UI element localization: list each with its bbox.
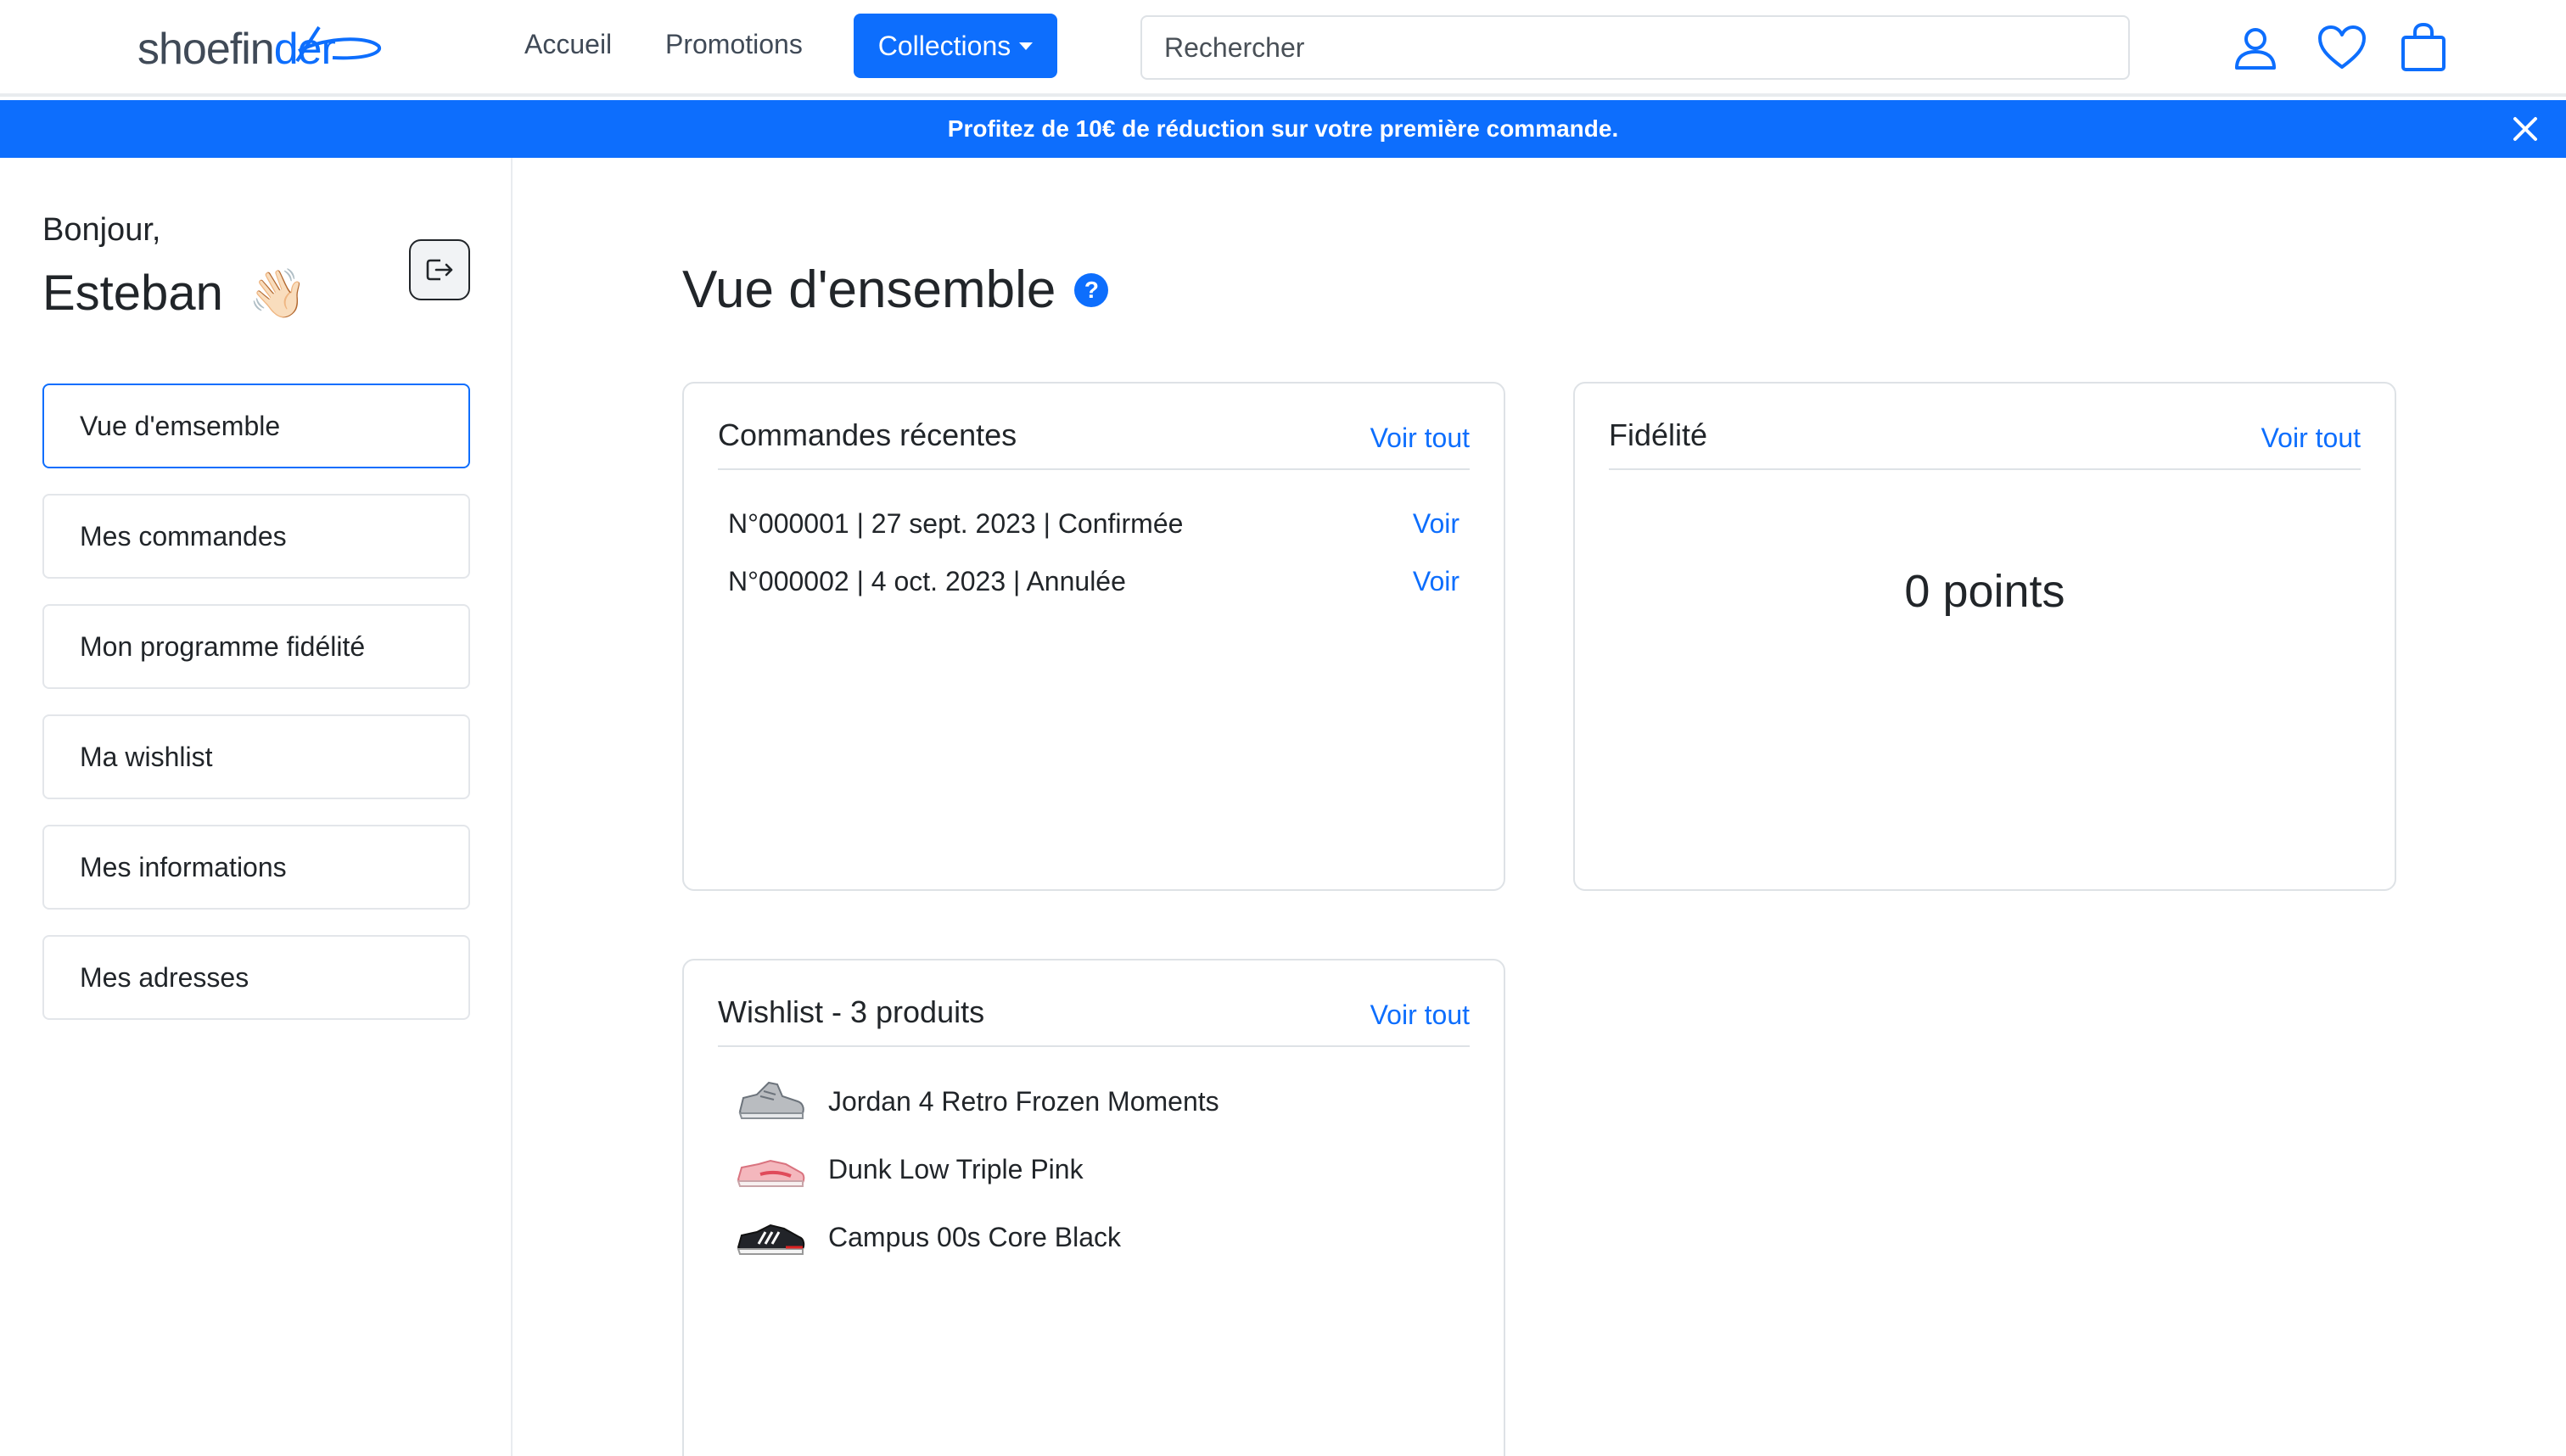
search-input[interactable] xyxy=(1140,15,2130,80)
card-header: Commandes récentes Voir tout xyxy=(718,417,1470,470)
promo-text: Profitez de 10€ de réduction sur votre p… xyxy=(947,115,1619,142)
sidebar-item-overview[interactable]: Vue d'emsemble xyxy=(42,384,470,468)
sidebar-item-label: Ma wishlist xyxy=(80,741,213,772)
points-value: 0 points xyxy=(1904,566,2065,617)
account-sidebar: Bonjour, Esteban 👋🏻 Vue d'emsemble Mes c… xyxy=(0,158,513,1456)
greeting-text: Bonjour, xyxy=(42,212,161,248)
card-title: Fidélité xyxy=(1609,417,1708,452)
orders-see-all-link[interactable]: Voir tout xyxy=(1370,423,1470,454)
collections-dropdown-button[interactable]: Collections xyxy=(854,14,1057,78)
user-name-text: Esteban xyxy=(42,266,223,321)
order-row: N°000001 | 27 sept. 2023 | Confirmée Voi… xyxy=(728,502,1459,545)
sneaker-pink-icon xyxy=(737,1159,805,1187)
sidebar-item-orders[interactable]: Mes commandes xyxy=(42,494,470,579)
order-row: N°000002 | 4 oct. 2023 | Annulée Voir xyxy=(728,560,1459,602)
close-icon[interactable] xyxy=(2510,114,2541,144)
card-title: Wishlist - 3 produits xyxy=(718,994,985,1029)
top-navbar: shoefinder Accueil Promotions Collection… xyxy=(0,0,2566,97)
sidebar-item-label: Mon programme fidélité xyxy=(80,630,366,662)
user-name: Esteban 👋🏻 xyxy=(42,265,308,322)
logout-icon xyxy=(426,259,453,281)
collections-label: Collections xyxy=(877,30,1011,61)
sidebar-item-wishlist[interactable]: Ma wishlist xyxy=(42,714,470,799)
fidelity-see-all-link[interactable]: Voir tout xyxy=(2261,423,2361,454)
heart-icon[interactable] xyxy=(2317,22,2367,73)
caret-down-icon xyxy=(1019,42,1034,50)
waving-hand-icon: 👋🏻 xyxy=(248,266,308,320)
card-header: Fidélité Voir tout xyxy=(1609,417,2361,470)
shopping-bag-icon[interactable] xyxy=(2398,22,2449,73)
fidelity-card: Fidélité Voir tout 0 points xyxy=(1573,382,2396,891)
page-title: Vue d'ensemble ? xyxy=(682,260,1109,320)
sneaker-grey-icon xyxy=(738,1081,804,1119)
sidebar-item-label: Mes commandes xyxy=(80,520,287,552)
nav-accueil-link[interactable]: Accueil xyxy=(524,29,612,60)
card-title: Commandes récentes xyxy=(718,417,1017,452)
logo-lace-icon xyxy=(295,25,382,63)
sidebar-item-label: Mes adresses xyxy=(80,961,249,993)
order-view-link[interactable]: Voir xyxy=(1413,508,1459,540)
user-icon[interactable] xyxy=(2230,22,2281,73)
wishlist-item-name: Campus 00s Core Black xyxy=(828,1221,1122,1252)
wishlist-item-name: Jordan 4 Retro Frozen Moments xyxy=(828,1085,1219,1117)
wishlist-item[interactable]: Campus 00s Core Black xyxy=(735,1212,1121,1263)
recent-orders-card: Commandes récentes Voir tout N°000001 | … xyxy=(682,382,1505,891)
wishlist-see-all-link[interactable]: Voir tout xyxy=(1370,1000,1470,1031)
sidebar-item-label: Vue d'emsemble xyxy=(80,410,281,441)
nav-promotions-link[interactable]: Promotions xyxy=(665,29,803,60)
sidebar-item-loyalty[interactable]: Mon programme fidélité xyxy=(42,604,470,689)
wishlist-card: Wishlist - 3 produits Voir tout Jordan 4… xyxy=(682,959,1505,1456)
promo-banner: Profitez de 10€ de réduction sur votre p… xyxy=(0,100,2566,158)
sneaker-black-icon xyxy=(737,1224,805,1255)
sidebar-item-label: Mes informations xyxy=(80,851,287,882)
shoefinder-logo[interactable]: shoefinder xyxy=(137,22,382,76)
sidebar-item-addresses[interactable]: Mes adresses xyxy=(42,935,470,1020)
logout-button[interactable] xyxy=(409,239,470,300)
order-view-link[interactable]: Voir xyxy=(1413,566,1459,597)
help-icon[interactable]: ? xyxy=(1074,272,1109,307)
page-title-text: Vue d'ensemble xyxy=(682,260,1056,319)
wishlist-item[interactable]: Dunk Low Triple Pink xyxy=(735,1144,1084,1195)
wishlist-item-name: Dunk Low Triple Pink xyxy=(828,1153,1084,1184)
card-header: Wishlist - 3 produits Voir tout xyxy=(718,994,1470,1047)
order-summary: N°000001 | 27 sept. 2023 | Confirmée xyxy=(728,507,1184,539)
wishlist-item[interactable]: Jordan 4 Retro Frozen Moments xyxy=(735,1076,1219,1127)
sidebar-item-information[interactable]: Mes informations xyxy=(42,825,470,910)
order-summary: N°000002 | 4 oct. 2023 | Annulée xyxy=(728,565,1126,596)
